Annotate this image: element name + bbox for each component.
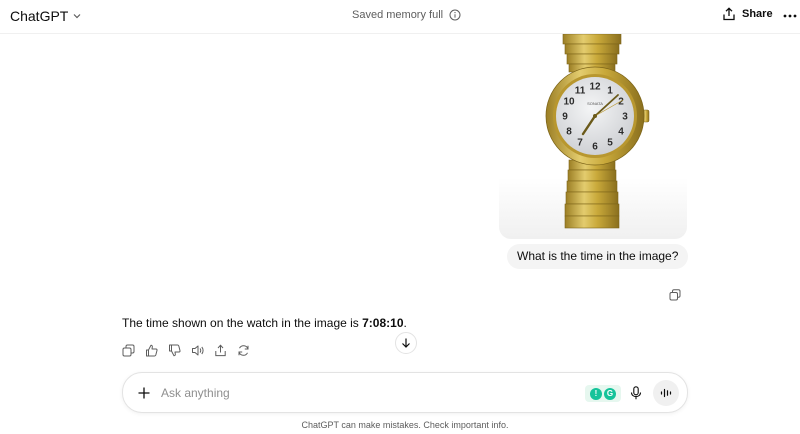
memory-status[interactable]: Saved memory full <box>352 9 461 21</box>
dial-numeral: 11 <box>575 86 586 97</box>
share-button[interactable]: Share <box>722 7 773 21</box>
assistant-message: The time shown on the watch in the image… <box>122 316 407 330</box>
dial-numeral: 7 <box>577 138 583 149</box>
dial-numeral: 5 <box>607 138 613 149</box>
more-options-button[interactable] <box>783 8 797 24</box>
regenerate-icon[interactable] <box>237 344 250 357</box>
info-icon <box>449 9 461 21</box>
mic-icon[interactable] <box>630 386 642 400</box>
wristwatch-image: 12 1234567891011 SONATA <box>545 34 650 229</box>
model-selector[interactable]: ChatGPT <box>10 8 82 24</box>
share-label: Share <box>742 8 773 20</box>
dial-numeral: 3 <box>622 112 628 123</box>
copy-icon[interactable] <box>122 344 135 357</box>
top-bar: ChatGPT Saved memory full Share <box>0 0 800 34</box>
voice-mode-icon <box>660 388 672 398</box>
more-icon <box>783 14 797 18</box>
grammarly-badge: G <box>604 387 616 400</box>
user-image-attachment[interactable]: 12 1 2 3 4 5 6 7 8 9 10 11 SONATA <box>499 34 687 239</box>
share-icon <box>723 7 735 21</box>
dial-numeral: 4 <box>618 127 624 138</box>
share-response-icon[interactable] <box>214 344 227 357</box>
dial-numeral: 8 <box>566 127 572 138</box>
dial-numeral: 6 <box>592 142 598 153</box>
model-label: ChatGPT <box>10 8 69 24</box>
dial-numeral: 12 <box>589 82 601 93</box>
plus-icon[interactable] <box>137 386 151 400</box>
copy-icon[interactable] <box>669 289 681 301</box>
assistant-message-text: The time shown on the watch in the image… <box>122 316 363 330</box>
prompt-input[interactable] <box>161 384 561 402</box>
arrow-down-icon <box>402 338 410 348</box>
grammarly-extension-button[interactable]: ! G <box>585 385 621 402</box>
thumbs-up-icon[interactable] <box>145 344 158 357</box>
user-message: What is the time in the image? <box>507 244 689 269</box>
extension-badge: ! <box>590 387 602 400</box>
disclaimer: ChatGPT can make mistakes. Check importa… <box>301 420 509 430</box>
scroll-to-bottom-button[interactable] <box>395 332 417 354</box>
chevron-down-icon <box>73 14 81 19</box>
dial-numeral: 9 <box>562 112 568 123</box>
message-composer: ! G <box>122 372 688 413</box>
response-actions <box>122 344 250 357</box>
watch-brand-mark: SONATA <box>587 101 603 106</box>
thumbs-down-icon[interactable] <box>168 344 181 357</box>
memory-status-label: Saved memory full <box>352 9 444 21</box>
dial-numeral: 1 <box>607 86 613 97</box>
assistant-message-end: . <box>403 316 407 330</box>
dial-numeral: 10 <box>563 97 575 108</box>
assistant-time-value: 7:08:10 <box>362 316 404 330</box>
voice-mode-button[interactable] <box>653 380 679 406</box>
read-aloud-icon[interactable] <box>191 344 204 357</box>
